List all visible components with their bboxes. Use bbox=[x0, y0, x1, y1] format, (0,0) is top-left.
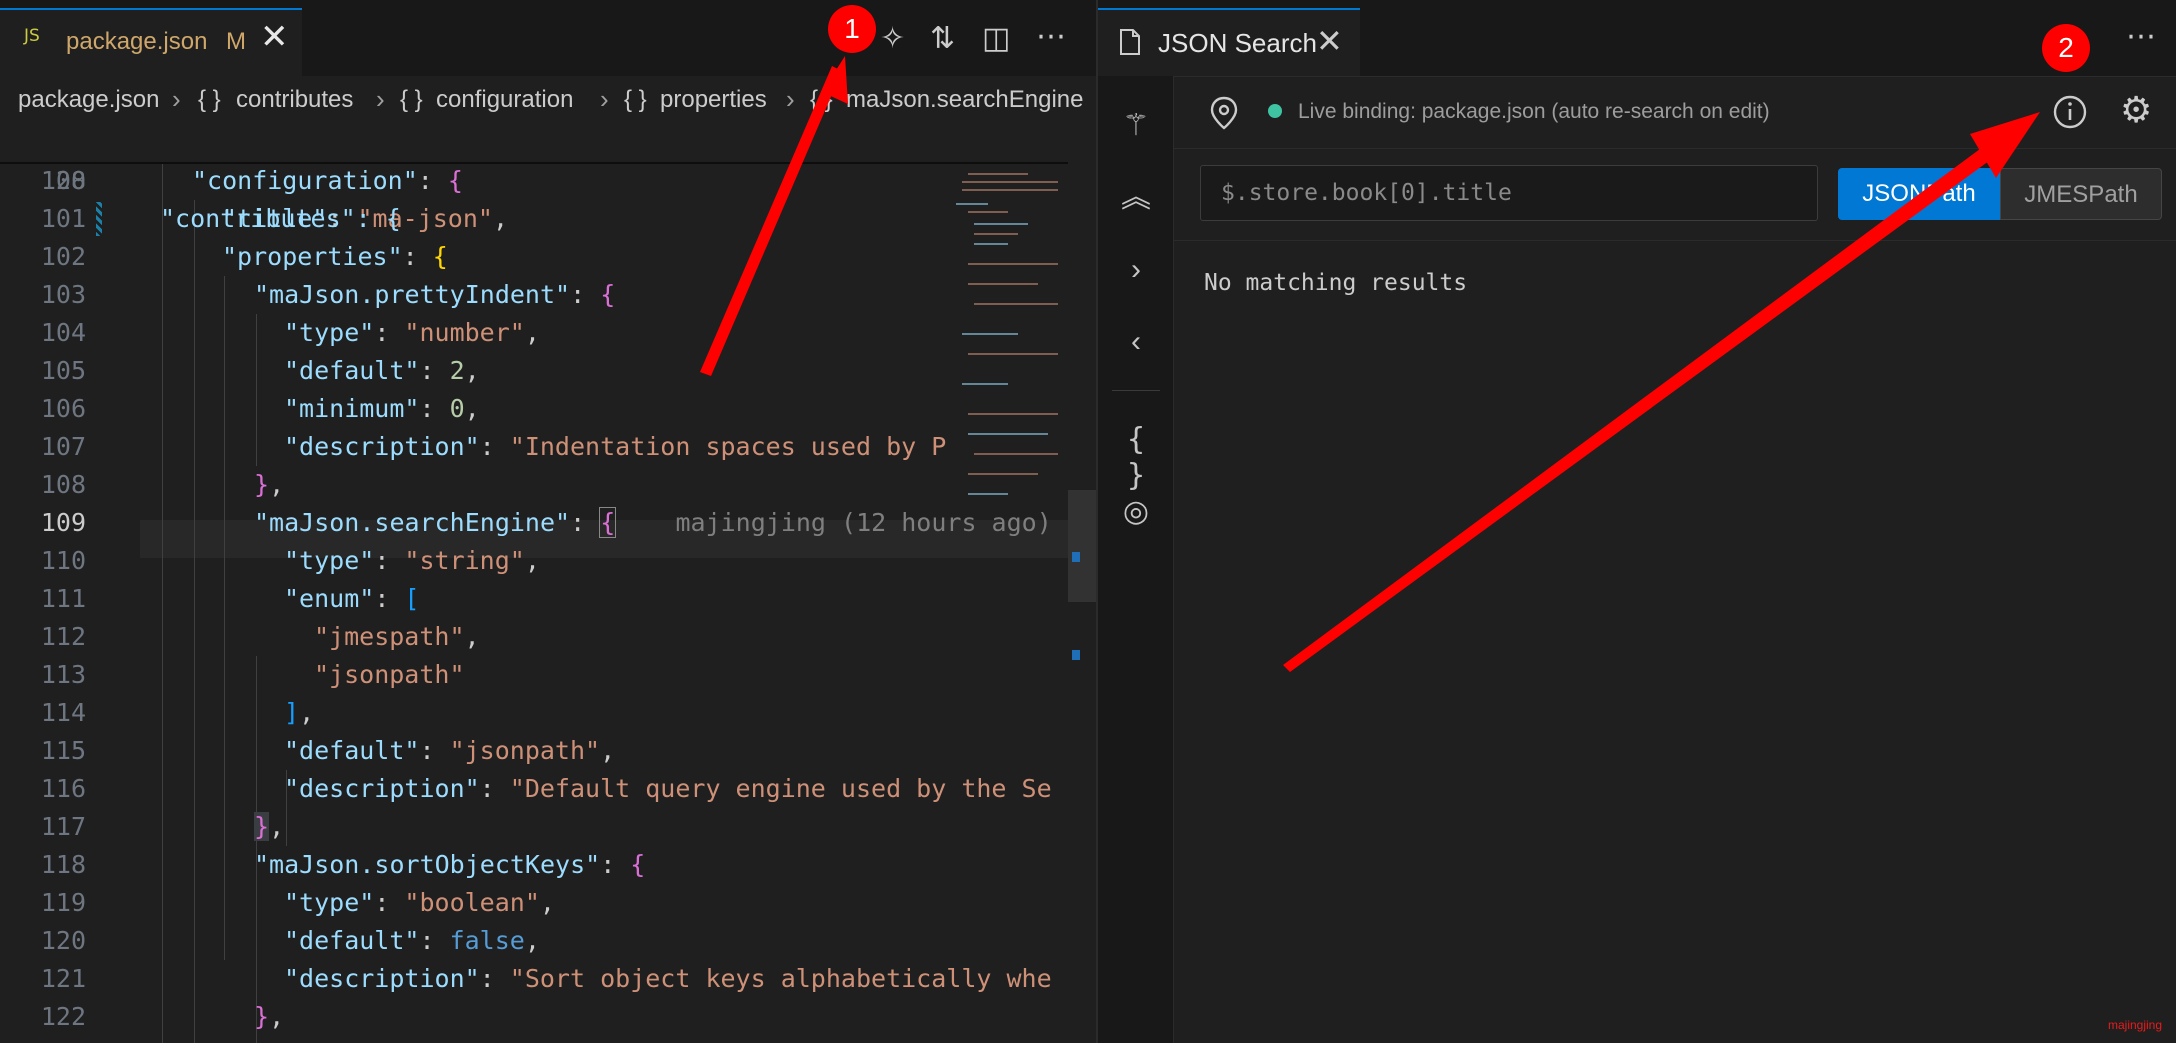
code-editor[interactable]: 100 "configuration": { 101 "title": "ma-js… bbox=[0, 124, 1068, 1043]
split-editor-icon[interactable]: ◫ bbox=[982, 24, 1010, 54]
scrollbar-marker bbox=[1072, 552, 1080, 562]
code-line: 120 "default": false, bbox=[40, 926, 540, 955]
code-line: 105 "default": 2, bbox=[40, 356, 480, 385]
collapse-all-icon[interactable]: ︽ bbox=[1118, 180, 1154, 216]
code-line: 117}, bbox=[40, 812, 285, 841]
code-line: 121 "description": "Sort object keys alph… bbox=[40, 964, 1052, 993]
sparkle-icon[interactable]: ✧ bbox=[880, 24, 905, 54]
breadcrumb-object-icon: { } bbox=[624, 86, 647, 113]
engine-jsonpath-button[interactable]: JSONPath bbox=[1838, 168, 2000, 220]
previous-chevron-icon[interactable]: ‹ bbox=[1118, 324, 1154, 360]
js-file-icon: JS bbox=[24, 26, 40, 46]
tab-modified-indicator: M bbox=[226, 28, 246, 55]
code-line: 102 "properties": { bbox=[40, 242, 448, 271]
breadcrumb-chevron-icon: › bbox=[172, 84, 181, 114]
code-line: 112 "jmespath", bbox=[40, 622, 480, 651]
next-chevron-icon[interactable]: › bbox=[1118, 252, 1154, 288]
code-line: 119 "type": "boolean", bbox=[40, 888, 555, 917]
code-line: 111 "enum": [ bbox=[40, 584, 420, 613]
scrollbar-marker bbox=[1072, 650, 1080, 660]
breadcrumb-object-icon: { } bbox=[400, 86, 423, 113]
code-line: 113 "jsonpath" bbox=[40, 660, 465, 689]
code-line: 110 "type": "string", bbox=[40, 546, 540, 575]
code-line: 104 "type": "number", bbox=[40, 318, 540, 347]
compare-changes-icon[interactable]: ⇅ bbox=[930, 24, 955, 54]
editor-scrollbar-thumb[interactable] bbox=[1068, 490, 1096, 602]
panel-more-actions-icon[interactable]: ⋯ bbox=[2126, 22, 2156, 52]
git-modified-gutter-marker bbox=[96, 202, 102, 236]
tab-filename[interactable]: package.json bbox=[66, 28, 207, 56]
code-line: 118 "maJson.sortObjectKeys": { bbox=[40, 850, 646, 879]
annotation-badge-1: 1 bbox=[828, 5, 876, 53]
breadcrumb-item-contributes[interactable]: contributes bbox=[236, 86, 353, 114]
breadcrumb-object-icon: { } bbox=[198, 86, 221, 113]
live-status-dot bbox=[1268, 104, 1282, 118]
minimap[interactable] bbox=[948, 124, 1068, 524]
code-line: 116 "description": "Default query engine … bbox=[40, 774, 1052, 803]
more-actions-icon[interactable]: ⋯ bbox=[1036, 22, 1066, 52]
info-icon[interactable] bbox=[2052, 94, 2088, 130]
file-icon bbox=[1120, 29, 1140, 55]
code-line: 106 "minimum": 0, bbox=[40, 394, 480, 423]
code-line: 107 "description": "Indentation spaces us… bbox=[40, 432, 947, 461]
watermark: majingjing bbox=[2108, 1018, 2163, 1032]
toolbar-divider bbox=[1112, 390, 1160, 391]
sticky-scroll-line[interactable]: 28 "contributes": { bbox=[0, 124, 1068, 233]
results-empty-message: No matching results bbox=[1204, 270, 1468, 296]
magic-wand-icon[interactable]: ⚚ bbox=[1118, 108, 1154, 144]
breadcrumb-item-properties[interactable]: properties bbox=[660, 86, 767, 114]
breadcrumb-chevron-icon: › bbox=[786, 84, 795, 114]
code-line: 108}, bbox=[40, 470, 285, 499]
close-tab-icon[interactable]: ✕ bbox=[260, 20, 289, 54]
code-line: 115 "default": "jsonpath", bbox=[40, 736, 616, 765]
close-panel-tab-icon[interactable]: ✕ bbox=[1316, 22, 1343, 60]
breadcrumb-item-search-engine[interactable]: maJson.searchEngine bbox=[846, 86, 1083, 114]
breadcrumb-item-file[interactable]: package.json bbox=[18, 86, 159, 114]
annotation-badge-2: 2 bbox=[2042, 24, 2090, 72]
json-braces-icon[interactable]: { } bbox=[1118, 422, 1154, 493]
json-search-panel bbox=[1096, 0, 2176, 1043]
code-line: 114], bbox=[40, 698, 315, 727]
live-binding-text: Live binding: package.json (auto re-sear… bbox=[1298, 100, 1770, 123]
code-line: 103 "maJson.prettyIndent": { bbox=[40, 280, 616, 309]
code-line: 100 "configuration": { bbox=[40, 166, 463, 195]
code-line-current: 109 "maJson.searchEngine": { majingjing (… bbox=[40, 507, 1052, 538]
gear-icon[interactable]: ⚙ bbox=[2120, 92, 2152, 128]
breadcrumb-item-configuration[interactable]: configuration bbox=[436, 86, 573, 114]
panel-tab-title[interactable]: JSON Search bbox=[1158, 28, 1317, 59]
query-input[interactable] bbox=[1201, 166, 1817, 220]
code-line: 122}, bbox=[40, 1002, 285, 1031]
engine-jmespath-button[interactable]: JMESPath bbox=[2000, 168, 2162, 220]
panel-toolbar bbox=[1098, 76, 1174, 1043]
location-pin-icon[interactable] bbox=[1210, 96, 1238, 130]
breadcrumb-chevron-icon: › bbox=[600, 84, 609, 114]
query-input-box[interactable] bbox=[1200, 165, 1818, 221]
target-icon[interactable]: ◎ bbox=[1118, 494, 1154, 530]
breadcrumb-object-icon: { } bbox=[810, 86, 833, 113]
query-divider bbox=[1174, 240, 2176, 241]
breadcrumb-chevron-icon: › bbox=[376, 84, 385, 114]
